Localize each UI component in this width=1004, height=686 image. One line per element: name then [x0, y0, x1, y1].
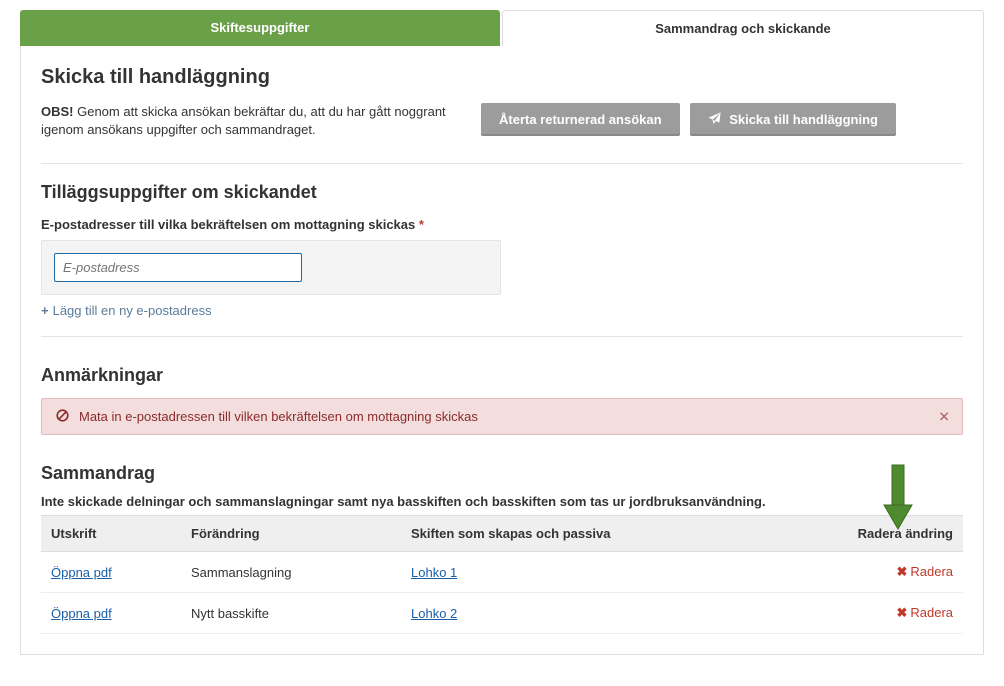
send-button-label: Skicka till handläggning [729, 112, 878, 127]
open-pdf-link[interactable]: Öppna pdf [51, 565, 112, 580]
change-cell: Sammanslagning [181, 552, 401, 593]
paper-plane-icon [708, 112, 725, 127]
alert-text: Mata in e-postadressen till vilken bekrä… [79, 409, 478, 424]
summary-table: Utskrift Förändring Skiften som skapas o… [41, 515, 963, 634]
summary-title: Sammandrag [41, 463, 963, 484]
main-panel: Skicka till handläggning OBS! Genom att … [20, 46, 984, 655]
remarks-title: Anmärkningar [41, 365, 963, 386]
tab-bar: Skiftesuppgifter Sammandrag och skickand… [20, 10, 984, 46]
send-notice: OBS! Genom att skicka ansökan bekräftar … [41, 103, 461, 139]
open-pdf-link[interactable]: Öppna pdf [51, 606, 112, 621]
email-input-block [41, 240, 501, 295]
notice-text: Genom att skicka ansökan bekräftar du, a… [41, 104, 446, 137]
delete-link[interactable]: ✖Radera [896, 605, 953, 620]
tab-sammandrag[interactable]: Sammandrag och skickande [502, 10, 984, 46]
change-cell: Nytt basskifte [181, 593, 401, 634]
divider [41, 336, 963, 337]
alert-box: Mata in e-postadressen till vilken bekrä… [41, 398, 963, 435]
lohko-link[interactable]: Lohko 2 [411, 606, 457, 621]
return-application-button[interactable]: Återta returnerad ansökan [481, 103, 680, 136]
notice-obs: OBS! [41, 104, 74, 119]
col-created: Skiften som skapas och passiva [401, 516, 833, 552]
send-title: Skicka till handläggning [41, 66, 963, 89]
prohibit-icon [56, 409, 69, 424]
plus-icon: + [41, 303, 49, 318]
divider [41, 163, 963, 164]
send-application-button[interactable]: Skicka till handläggning [690, 103, 896, 136]
col-print: Utskrift [41, 516, 181, 552]
alert-close[interactable]: ✕ [938, 408, 950, 425]
x-icon: ✖ [896, 605, 907, 620]
delete-label: Radera [910, 564, 953, 579]
add-email-link[interactable]: + Lägg till en ny e-postadress [41, 303, 212, 318]
lohko-link[interactable]: Lohko 1 [411, 565, 457, 580]
col-change: Förändring [181, 516, 401, 552]
table-row: Öppna pdf Sammanslagning Lohko 1 ✖Radera [41, 552, 963, 593]
delete-link[interactable]: ✖Radera [896, 564, 953, 579]
x-icon: ✖ [896, 564, 907, 579]
add-email-label: Lägg till en ny e-postadress [53, 303, 212, 318]
extra-title: Tilläggsuppgifter om skickandet [41, 182, 963, 203]
tab-skiftesuppgifter[interactable]: Skiftesuppgifter [20, 10, 500, 46]
email-label: E-postadresser till vilka bekräftelsen o… [41, 217, 963, 232]
arrow-annotation [881, 463, 915, 536]
delete-label: Radera [910, 605, 953, 620]
table-row: Öppna pdf Nytt basskifte Lohko 2 ✖Radera [41, 593, 963, 634]
email-label-text: E-postadresser till vilka bekräftelsen o… [41, 217, 415, 232]
email-field[interactable] [54, 253, 302, 282]
required-star: * [419, 217, 424, 232]
summary-desc: Inte skickade delningar och sammanslagni… [41, 494, 963, 509]
